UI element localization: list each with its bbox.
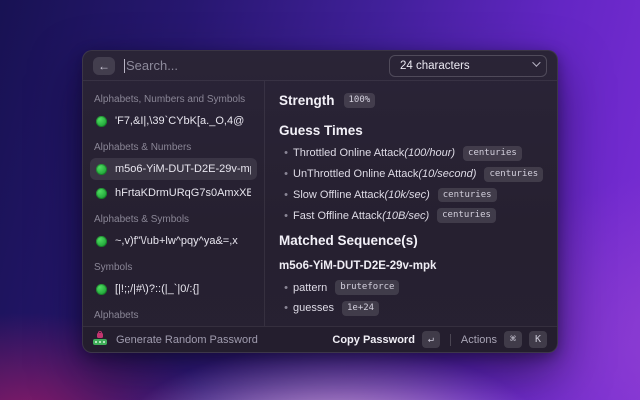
password-list-item[interactable]: m5o6-YiM-DUT-D2E-29v-mpk [90,158,257,180]
strength-dot-icon [96,116,107,127]
strength-label: Strength [279,93,335,108]
extension-label: Generate Random Password [116,334,258,346]
password-text: m5o6-YiM-DUT-D2E-29v-mpk [115,163,251,175]
guess-time-label: Slow Offline Attack(10k/sec) [293,189,430,201]
matched-prop-row: •pattern bruteforce [279,280,543,295]
guess-time-value-badge: centuries [484,167,543,182]
password-section-header: Alphabets [90,302,257,326]
command-palette-window: ← Search... 24 characters Alphabets, Num… [82,50,558,353]
password-text: 'F7,&I|,\39`CYbK[a._O,4@ [115,115,244,127]
password-length-value: 24 characters [400,60,470,72]
bullet-icon: • [279,147,293,159]
copy-password-button[interactable]: Copy Password [332,334,415,346]
bullet-icon: • [279,282,293,294]
text-cursor [124,59,125,73]
guess-time-row: •Throttled Online Attack(100/hour) centur… [279,146,543,161]
password-section-header: Symbols [90,254,257,278]
strength-dot-icon [96,188,107,199]
password-section-header: Alphabets, Numbers and Symbols [90,87,257,110]
password-text: ~,v)f"\/ub+lw^pqy^ya&=,x [115,235,238,247]
password-generator-icon [93,333,108,346]
matched-prop-label: pattern [293,282,327,294]
guess-time-value-badge: centuries [463,146,522,161]
footer-bar: Generate Random Password Copy Password ↵… [83,326,557,352]
matched-props-list: •pattern bruteforce •guesses 1e+24 [279,280,543,316]
bullet-icon: • [279,210,293,222]
password-text: hFrtaKDrmURqG7s0AmxXBW24 [115,187,251,199]
password-list-item[interactable]: hFrtaKDrmURqG7s0AmxXBW24 [90,182,257,204]
matched-sequences-title: Matched Sequence(s) [279,233,543,248]
password-list-item[interactable]: [|!;;/|#\)?::(|_`|0/:{] [90,278,257,300]
bullet-icon: • [279,302,293,314]
password-section-header: Alphabets & Symbols [90,206,257,230]
guess-time-label: Fast Offline Attack(10B/sec) [293,210,429,222]
guess-time-row: •Slow Offline Attack(10k/sec) centuries [279,188,543,203]
matched-password: m5o6-YiM-DUT-D2E-29v-mpk [279,260,543,272]
strength-dot-icon [96,164,107,175]
command-key-icon: ⌘ [504,331,522,348]
matched-prop-row: •guesses 1e+24 [279,301,543,316]
matched-prop-value-badge: bruteforce [335,280,399,295]
guess-time-value-badge: centuries [438,188,497,203]
password-length-dropdown[interactable]: 24 characters [389,55,547,77]
password-text: [|!;;/|#\)?::(|_`|0/:{] [115,283,199,295]
desktop-background: { "header": { "back_icon": "←", "search_… [0,0,640,400]
search-input[interactable]: Search... [124,58,389,73]
guess-time-label: UnThrottled Online Attack(10/second) [293,168,476,180]
header-bar: ← Search... 24 characters [83,51,557,81]
detail-panel: Strength 100% Guess Times •Throttled Onl… [265,81,557,326]
bullet-icon: • [279,168,293,180]
guess-time-label: Throttled Online Attack(100/hour) [293,147,455,159]
search-placeholder: Search... [126,58,178,73]
password-list: Alphabets, Numbers and Symbols 'F7,&I|,\3… [83,81,265,326]
password-section-header: Alphabets & Numbers [90,134,257,158]
back-button[interactable]: ← [93,57,115,75]
strength-dot-icon [96,236,107,247]
guess-time-value-badge: centuries [437,208,496,223]
window-body: Alphabets, Numbers and Symbols 'F7,&I|,\3… [83,81,557,326]
strength-row: Strength 100% [279,93,543,108]
footer-actions: Copy Password ↵ Actions ⌘ K [332,331,547,348]
guess-time-row: •Fast Offline Attack(10B/sec) centuries [279,208,543,223]
guess-times-title: Guess Times [279,123,543,138]
guess-time-row: •UnThrottled Online Attack(10/second) cen… [279,167,543,182]
password-list-item[interactable]: 'F7,&I|,\39`CYbK[a._O,4@ [90,110,257,132]
password-list-item[interactable]: ~,v)f"\/ub+lw^pqy^ya&=,x [90,230,257,252]
chevron-down-icon [532,58,540,66]
bullet-icon: • [279,189,293,201]
guess-times-list: •Throttled Online Attack(100/hour)centur… [279,146,543,223]
back-arrow-icon: ← [98,60,110,72]
strength-dot-icon [96,284,107,295]
matched-prop-label: guesses [293,302,334,314]
return-key-icon: ↵ [422,331,440,348]
k-key-icon: K [529,331,547,348]
footer-divider [450,334,451,346]
actions-button[interactable]: Actions [461,334,497,346]
matched-prop-value-badge: 1e+24 [342,301,379,316]
strength-badge: 100% [344,93,376,108]
